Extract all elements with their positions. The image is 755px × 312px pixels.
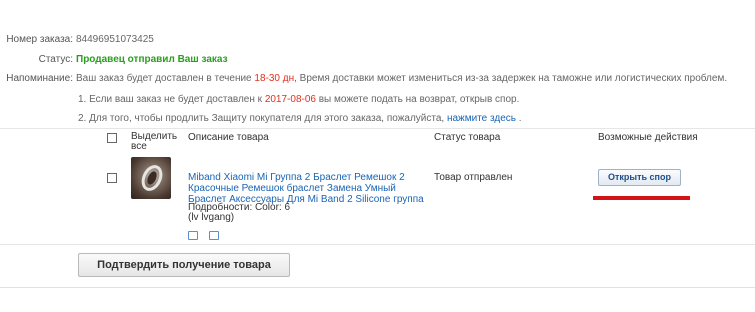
- select-all-header: Выделить все: [131, 131, 178, 152]
- note-1: 1. Если ваш заказ не будет доставлен к 2…: [78, 94, 520, 105]
- order-status-label: Статус:: [38, 54, 73, 65]
- divider-bottom: [0, 244, 755, 245]
- order-number-value: 84496951073425: [76, 34, 154, 45]
- delivery-days: 18-30 дн: [254, 73, 295, 84]
- reminder-text-2: , Время доставки может измениться из-за …: [294, 73, 728, 84]
- message-icon[interactable]: [209, 231, 219, 240]
- actions-header: Возможные действия: [598, 132, 698, 143]
- reminder-row: Напоминание: Ваш заказ будет доставлен в …: [0, 73, 727, 84]
- snapshot-icon[interactable]: [188, 231, 198, 240]
- order-status-value: Продавец отправил Ваш заказ: [76, 54, 228, 65]
- order-number-row: Номер заказа: 84496951073425: [0, 34, 154, 45]
- red-underline-annotation: [593, 196, 690, 200]
- dispute-date: 2017-08-06: [264, 94, 316, 105]
- select-all-checkbox[interactable]: [107, 133, 117, 143]
- divider-top: [0, 128, 755, 129]
- item-checkbox[interactable]: [107, 173, 117, 183]
- order-status-row: Статус: Продавец отправил Ваш заказ: [0, 54, 228, 65]
- product-details: Подробности: Color: 6 (lv lvgang): [188, 202, 291, 223]
- product-thumbnail[interactable]: [131, 157, 171, 199]
- description-header: Описание товара: [188, 132, 269, 143]
- status-header: Статус товара: [434, 132, 501, 143]
- band-image-icon: [141, 165, 163, 191]
- section-divider: [0, 287, 755, 288]
- extend-protection-link[interactable]: нажмите здесь: [447, 113, 516, 124]
- confirm-receipt-button[interactable]: Подтвердить получение товара: [78, 253, 290, 277]
- note-2: 2. Для того, чтобы продлить Защиту покуп…: [78, 113, 522, 124]
- reminder-text-1: Ваш заказ будет доставлен в течение: [76, 73, 255, 84]
- open-dispute-button[interactable]: Открыть спор: [598, 169, 681, 186]
- product-title-link[interactable]: Miband Xiaomi Mi Группа 2 Браслет Ремешо…: [188, 172, 428, 205]
- reminder-label: Напоминание:: [6, 73, 73, 84]
- order-number-label: Номер заказа:: [6, 34, 73, 45]
- item-status: Товар отправлен: [434, 172, 513, 183]
